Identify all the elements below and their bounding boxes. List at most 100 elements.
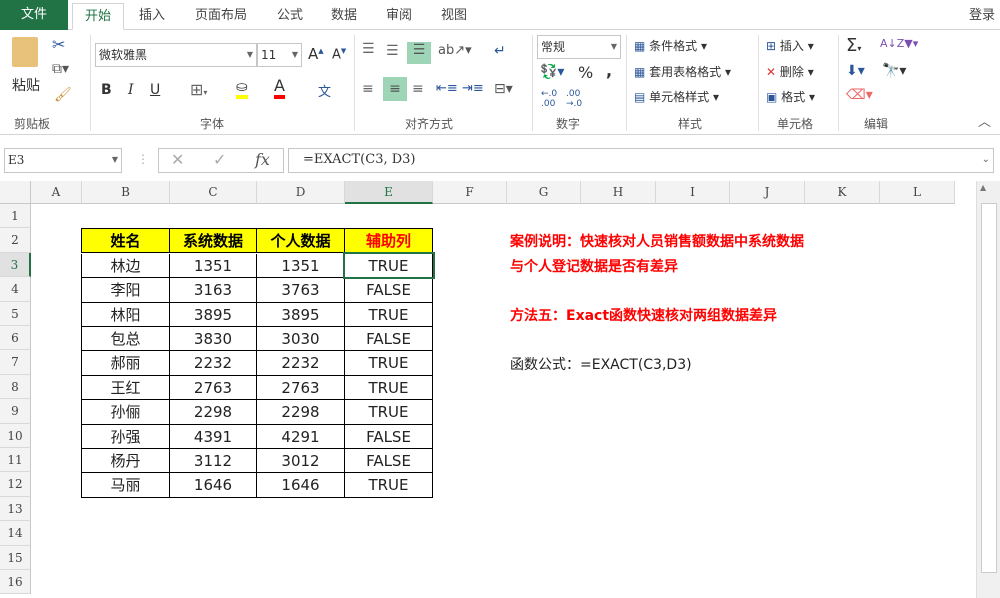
helper-cell[interactable]: TRUE (344, 400, 433, 425)
row-header-16[interactable]: 16 (0, 570, 31, 595)
system-data-cell[interactable]: 4391 (169, 424, 257, 449)
delete-cells-button[interactable]: ✕ 删除 ▾ (766, 63, 814, 80)
find-select-icon[interactable]: 🔭▾ (882, 63, 906, 79)
font-color-icon[interactable]: A (274, 77, 285, 99)
row-header-9[interactable]: 9 (0, 399, 31, 424)
row-header-8[interactable]: 8 (0, 374, 31, 400)
tab-formulas[interactable]: 公式 (268, 3, 312, 30)
tab-review[interactable]: 审阅 (377, 3, 421, 30)
format-as-table-button[interactable]: ▦ 套用表格格式 ▾ (634, 63, 731, 80)
increase-decimal-icon[interactable]: ←.0.00 (541, 89, 557, 109)
row-header-11[interactable]: 11 (0, 448, 31, 473)
fill-color-icon[interactable]: ⛀ (236, 79, 248, 99)
helper-cell[interactable]: FALSE (344, 449, 433, 474)
decrease-decimal-icon[interactable]: .00 →.0 (566, 89, 582, 109)
tab-home[interactable]: 开始 (72, 3, 124, 30)
personal-data-cell[interactable]: 3012 (256, 449, 345, 474)
decrease-indent-icon[interactable]: ⇤≡ (436, 81, 458, 96)
enter-icon[interactable]: ✓ (213, 149, 226, 171)
helper-cell[interactable]: TRUE (344, 375, 433, 401)
row-header-12[interactable]: 12 (0, 472, 31, 497)
name-cell[interactable]: 孙强 (81, 424, 170, 449)
align-left-icon[interactable]: ≡ (362, 81, 374, 97)
tab-page-layout[interactable]: 页面布局 (186, 3, 256, 30)
percent-button[interactable]: % (578, 63, 593, 82)
tab-view[interactable]: 视图 (432, 3, 476, 30)
cancel-icon[interactable]: ✕ (171, 149, 184, 171)
name-cell[interactable]: 孙俪 (81, 400, 170, 425)
helper-cell[interactable]: FALSE (344, 278, 433, 303)
scroll-up-icon[interactable]: ▲ (980, 183, 986, 192)
decrease-font-icon[interactable]: A▼ (332, 47, 346, 62)
number-format-select[interactable]: 常规 ▼ (537, 35, 621, 59)
insert-function-icon[interactable]: fx (255, 149, 270, 171)
helper-cell[interactable]: FALSE (344, 327, 433, 352)
column-header-F[interactable]: F (433, 181, 507, 204)
autosum-icon[interactable]: Σ▾ (846, 35, 861, 56)
name-cell[interactable]: 王红 (81, 375, 170, 401)
wrap-text-icon[interactable]: ↵ (494, 43, 506, 59)
table-header-cell[interactable]: 系统数据 (169, 228, 257, 253)
accounting-format-icon[interactable]: 💱▾ (540, 64, 564, 80)
column-header-J[interactable]: J (730, 181, 805, 204)
italic-button[interactable]: I (128, 82, 134, 98)
personal-data-cell[interactable]: 3030 (256, 327, 345, 352)
personal-data-cell[interactable]: 2763 (256, 375, 345, 401)
personal-data-cell[interactable]: 3895 (256, 302, 345, 327)
name-cell[interactable]: 林阳 (81, 302, 170, 327)
helper-cell[interactable]: FALSE (344, 424, 433, 449)
column-header-C[interactable]: C (170, 181, 257, 204)
system-data-cell[interactable]: 3895 (169, 302, 257, 327)
row-header-14[interactable]: 14 (0, 521, 31, 546)
align-center-icon[interactable]: ≡ (383, 77, 407, 101)
column-header-A[interactable]: A (31, 181, 82, 204)
collapse-ribbon-icon[interactable]: ︿ (978, 111, 991, 130)
orientation-icon[interactable]: ab↗▾ (438, 43, 472, 58)
column-header-I[interactable]: I (656, 181, 730, 204)
column-header-B[interactable]: B (82, 181, 170, 204)
column-header-L[interactable]: L (880, 181, 955, 204)
system-data-cell[interactable]: 2763 (169, 375, 257, 401)
helper-cell[interactable]: TRUE (344, 473, 433, 498)
row-header-5[interactable]: 5 (0, 301, 31, 326)
name-box[interactable]: E3 ▼ (4, 148, 122, 173)
paste-button[interactable]: 粘贴 (12, 75, 40, 95)
sort-filter-icon[interactable]: A↓Z▼▾ (880, 37, 918, 50)
personal-data-cell[interactable]: 1351 (256, 253, 345, 279)
column-header-D[interactable]: D (257, 181, 345, 204)
bold-button[interactable]: B (101, 82, 112, 98)
column-header-E[interactable]: E (345, 181, 433, 204)
table-header-cell[interactable]: 个人数据 (256, 228, 345, 253)
vertical-scrollbar[interactable]: ▲ (976, 181, 1000, 598)
format-cells-button[interactable]: ▣ 格式 ▾ (766, 88, 815, 105)
merge-center-icon[interactable]: ⊟▾ (494, 81, 513, 97)
copy-icon[interactable]: ⧉▾ (52, 61, 69, 77)
system-data-cell[interactable]: 2232 (169, 351, 257, 376)
name-cell[interactable]: 马丽 (81, 473, 170, 498)
system-data-cell[interactable]: 3112 (169, 449, 257, 474)
font-name-select[interactable]: 微软雅黑 ▼ (95, 43, 257, 67)
name-cell[interactable]: 李阳 (81, 278, 170, 303)
system-data-cell[interactable]: 1646 (169, 473, 257, 498)
scrollbar-thumb[interactable] (981, 203, 997, 573)
personal-data-cell[interactable]: 2232 (256, 351, 345, 376)
fill-icon[interactable]: ⬇▾ (846, 63, 865, 79)
login-link[interactable]: 登录 (962, 3, 1000, 30)
format-painter-icon[interactable]: 🖌 (54, 87, 72, 103)
cell-styles-button[interactable]: ▤ 单元格样式 ▾ (634, 88, 719, 105)
row-header-1[interactable]: 1 (0, 204, 31, 229)
clear-icon[interactable]: ⌫▾ (846, 87, 873, 103)
cut-icon[interactable]: ✂ (52, 35, 65, 54)
helper-cell[interactable]: TRUE (344, 253, 433, 279)
column-header-H[interactable]: H (581, 181, 656, 204)
column-header-K[interactable]: K (805, 181, 880, 204)
system-data-cell[interactable]: 2298 (169, 400, 257, 425)
personal-data-cell[interactable]: 4291 (256, 424, 345, 449)
formula-input[interactable]: =EXACT(C3, D3) ⌄ (288, 148, 994, 173)
align-bottom-icon[interactable]: ☰ (407, 42, 431, 64)
system-data-cell[interactable]: 3163 (169, 278, 257, 303)
row-header-6[interactable]: 6 (0, 326, 31, 351)
row-header-13[interactable]: 13 (0, 496, 31, 522)
borders-icon[interactable]: ⊞▾ (190, 80, 207, 99)
row-header-4[interactable]: 4 (0, 277, 31, 302)
